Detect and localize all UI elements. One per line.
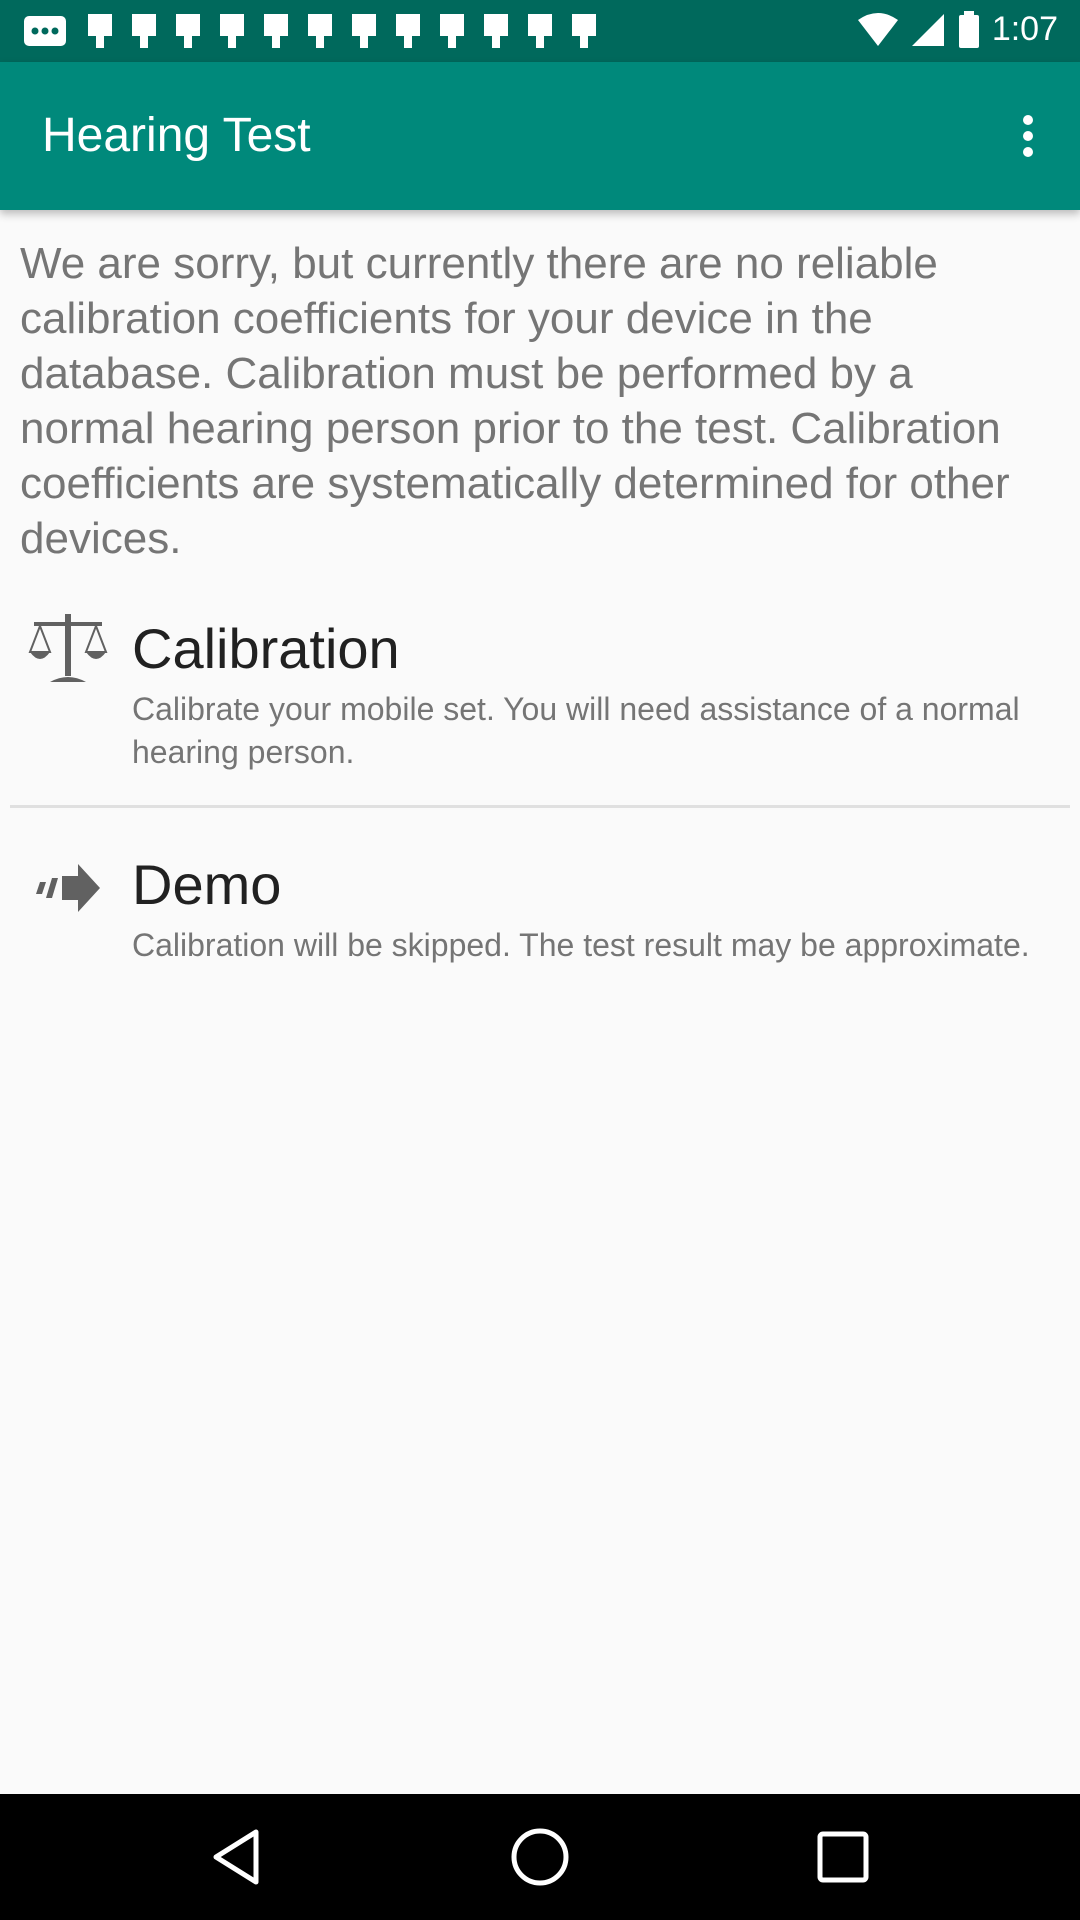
system-icons: 1:07 xyxy=(857,10,1058,49)
wifi-icon xyxy=(857,12,898,46)
calibration-description: Calibrate your mobile set. You will need… xyxy=(132,691,1020,770)
overflow-menu-button[interactable] xyxy=(1004,106,1052,166)
notification-icon xyxy=(352,14,376,48)
notification-icon xyxy=(572,14,596,48)
back-icon[interactable] xyxy=(204,1824,270,1890)
calibration-title: Calibration xyxy=(132,617,400,680)
message-icon xyxy=(24,16,66,46)
notification-icon xyxy=(88,14,112,48)
battery-icon xyxy=(958,10,979,48)
navigation-bar xyxy=(0,1794,1080,1920)
notification-icon xyxy=(264,14,288,48)
notification-icons xyxy=(22,12,614,50)
notification-icon xyxy=(176,14,200,48)
notification-icon xyxy=(132,14,156,48)
demo-title: Demo xyxy=(132,853,282,916)
home-icon[interactable] xyxy=(507,1824,573,1890)
calibration-notice: We are sorry, but currently there are no… xyxy=(20,239,1010,563)
divider xyxy=(10,805,1070,808)
scale-icon xyxy=(28,614,108,682)
calibration-option[interactable]: Calibration Calibrate your mobile set. Y… xyxy=(0,600,1080,800)
status-bar: 1:07 xyxy=(0,0,1080,62)
notification-icon xyxy=(528,14,552,48)
recents-icon[interactable] xyxy=(810,1824,876,1890)
signal-icon xyxy=(911,13,944,46)
demo-description: Calibration will be skipped. The test re… xyxy=(132,927,1030,963)
app-bar: Hearing Test xyxy=(0,62,1080,210)
app-title: Hearing Test xyxy=(42,109,311,162)
notification-icon xyxy=(484,14,508,48)
more-vert-icon xyxy=(1023,115,1033,157)
demo-option[interactable]: Demo Calibration will be skipped. The te… xyxy=(0,836,1080,1036)
notification-icon xyxy=(440,14,464,48)
notification-icon xyxy=(220,14,244,48)
arrow-forward-icon xyxy=(36,864,100,912)
notification-icon xyxy=(396,14,420,48)
status-time: 1:07 xyxy=(991,10,1058,48)
notification-icon xyxy=(308,14,332,48)
